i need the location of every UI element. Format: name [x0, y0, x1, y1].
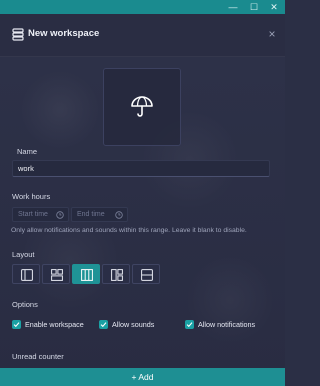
allow-notifications-label[interactable]: Allow notifications — [198, 319, 255, 330]
end-time-placeholder: End time — [77, 211, 105, 218]
dialog-close-button[interactable]: × — [265, 27, 279, 41]
layout-option-split[interactable] — [102, 264, 130, 284]
layout-option-rows[interactable] — [132, 264, 160, 284]
workspace-icon-picker[interactable] — [103, 68, 181, 146]
start-time-input[interactable]: Start time — [12, 207, 69, 222]
layout-split-icon — [111, 269, 123, 281]
layout-option-sidebar[interactable] — [12, 264, 40, 284]
layout-label: Layout — [12, 250, 35, 259]
checkmark-icon — [186, 322, 193, 328]
layout-grid-icon — [51, 269, 63, 281]
clock-icon — [115, 211, 123, 219]
dialog-header: New workspace × — [0, 14, 285, 57]
layout-rows-icon — [141, 269, 153, 281]
add-button[interactable]: + Add — [0, 368, 285, 386]
maximize-button[interactable]: ☐ — [243, 0, 265, 14]
window-close-button[interactable]: ✕ — [263, 0, 285, 14]
add-button-label: Add — [138, 372, 154, 382]
enable-workspace-label[interactable]: Enable workspace — [25, 319, 84, 330]
name-input[interactable]: work — [12, 160, 270, 177]
options-label: Options — [12, 300, 38, 309]
layout-option-grid[interactable] — [42, 264, 70, 284]
work-hours-hint: Only allow notifications and sounds with… — [11, 227, 247, 234]
allow-sounds-label[interactable]: Allow sounds — [112, 319, 154, 330]
end-time-input[interactable]: End time — [71, 207, 128, 222]
allow-notifications-checkbox[interactable] — [185, 320, 194, 329]
enable-workspace-checkbox[interactable] — [12, 320, 21, 329]
dialog-title: New workspace — [28, 28, 100, 39]
layout-columns-icon — [81, 269, 93, 281]
umbrella-icon — [131, 96, 153, 117]
allow-sounds-checkbox[interactable] — [99, 320, 108, 329]
plus-icon: + — [131, 372, 137, 382]
database-icon — [12, 28, 24, 41]
window-titlebar: — ☐ ✕ — [0, 0, 285, 14]
start-time-placeholder: Start time — [18, 211, 48, 218]
clock-icon — [56, 211, 64, 219]
layout-option-columns[interactable] — [72, 264, 100, 284]
work-hours-label: Work hours — [12, 192, 51, 201]
layout-sidebar-icon — [21, 269, 33, 281]
unread-counter-label: Unread counter — [12, 352, 64, 361]
checkmark-icon — [100, 322, 107, 328]
minimize-button[interactable]: — — [222, 0, 244, 14]
name-label: Name — [17, 147, 38, 156]
checkmark-icon — [13, 322, 20, 328]
